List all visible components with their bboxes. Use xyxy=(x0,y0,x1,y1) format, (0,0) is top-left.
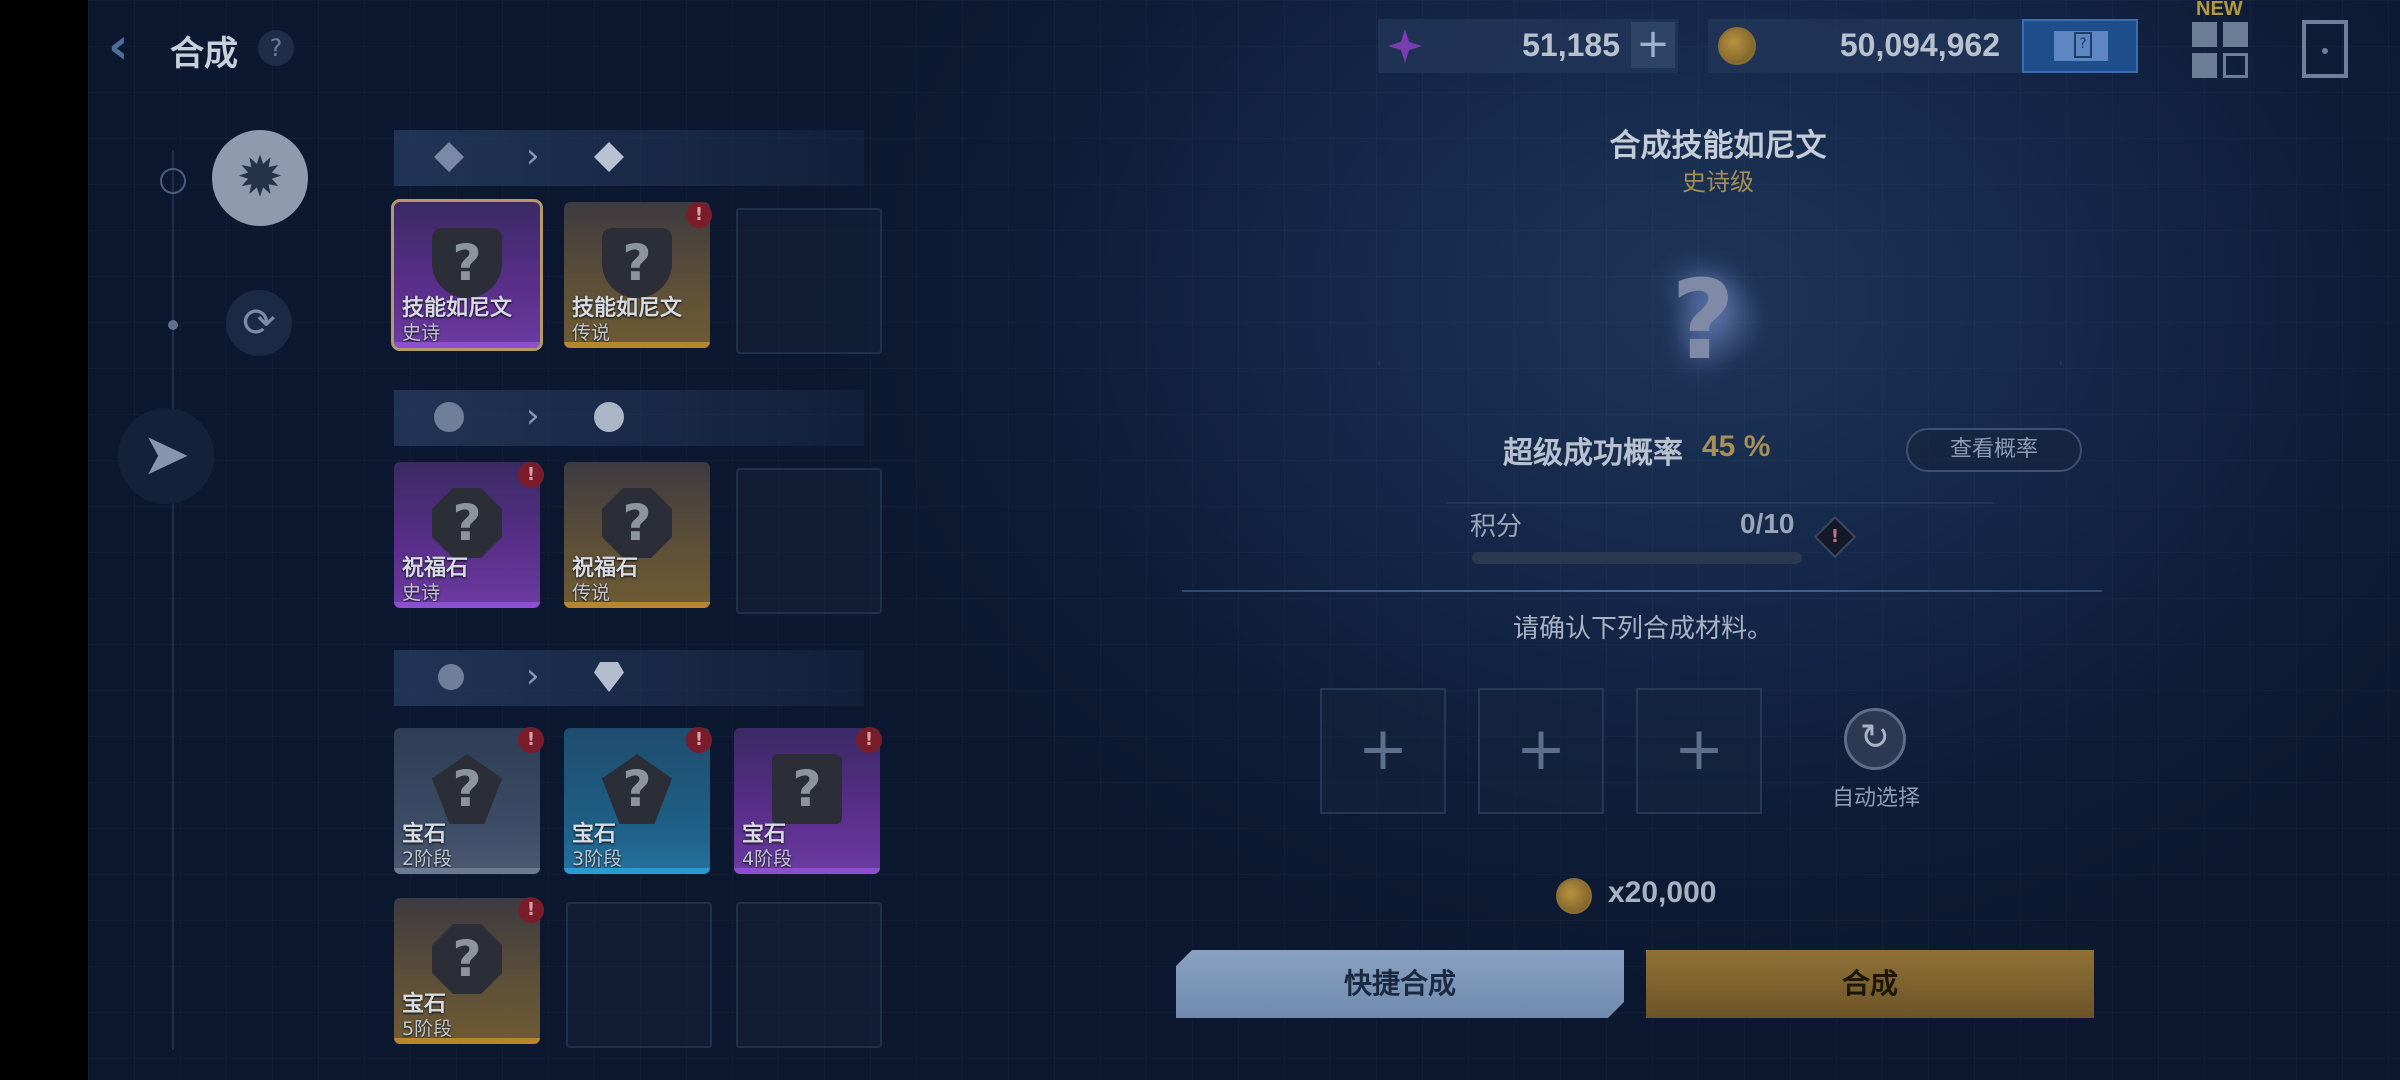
blessing-stone-upgraded-icon xyxy=(594,402,624,432)
card-icon: ? xyxy=(2074,32,2092,58)
back-button[interactable]: ‹ xyxy=(108,20,154,76)
synthesis-vortex-icon[interactable]: ✹ xyxy=(212,130,308,226)
points-progress-bar xyxy=(1472,552,1802,564)
auto-select-button[interactable]: ↻ xyxy=(1844,708,1906,770)
item-grade: 传说 xyxy=(572,582,611,604)
question-icon: ? xyxy=(602,488,672,558)
item-grade: 3阶段 xyxy=(572,848,623,870)
question-icon: ? xyxy=(432,754,502,824)
item-card[interactable]: ? 技能如尼文 传说 xyxy=(564,202,710,348)
section-header-rune: › xyxy=(394,130,864,186)
question-icon: ? xyxy=(772,754,842,824)
quick-synthesis-button[interactable]: 快捷合成 xyxy=(1176,950,1624,1018)
nav-track-line xyxy=(172,150,174,1050)
gem-raw-icon xyxy=(438,664,464,690)
info-mark: ! xyxy=(1830,526,1840,547)
item-grade: 4阶段 xyxy=(742,848,793,870)
question-icon: ? xyxy=(432,924,502,994)
synthesis-screen: ‹ 合成 ? 51,185 + 50,094,962 ? NEW ✹ ⟳ ➤ ›… xyxy=(88,0,2400,1080)
menu-grid-icon[interactable] xyxy=(2192,22,2248,78)
unknown-result-icon: ? xyxy=(1671,256,1735,384)
add-gems-button[interactable]: + xyxy=(1631,22,1675,68)
gold-coin-icon xyxy=(1556,878,1592,914)
item-card[interactable]: ? 宝石 4阶段 xyxy=(734,728,880,874)
new-badge: NEW xyxy=(2196,0,2243,20)
question-icon: ? xyxy=(432,228,502,298)
collection-card-button[interactable]: ? xyxy=(2022,19,2138,73)
item-card[interactable]: ? 宝石 5阶段 xyxy=(394,898,540,1044)
rune-shard-upgraded-icon xyxy=(594,142,624,172)
item-card[interactable]: ? 祝福石 史诗 xyxy=(394,462,540,608)
send-arrow-icon[interactable]: ➤ xyxy=(118,408,214,504)
question-icon: ? xyxy=(602,754,672,824)
synthesis-target-grade: 史诗级 xyxy=(1682,168,1754,196)
section-header-gem: › xyxy=(394,650,864,706)
synthesis-cost: x20,000 xyxy=(1608,876,1717,909)
confirm-materials-text: 请确认下列合成材料。 xyxy=(1512,614,1773,644)
points-value: 0/10 xyxy=(1740,508,1795,539)
gem-cut-icon xyxy=(594,662,624,692)
chevron-right-icon: › xyxy=(526,396,540,436)
alert-badge: ! xyxy=(518,462,544,488)
alert-badge: ! xyxy=(686,202,712,228)
item-card[interactable]: ? 宝石 3阶段 xyxy=(564,728,710,874)
rune-shard-icon xyxy=(434,142,464,172)
item-grade: 史诗 xyxy=(402,582,441,604)
material-slot[interactable]: + xyxy=(1636,688,1762,814)
item-grade: 史诗 xyxy=(402,322,441,344)
section-header-blessing: › xyxy=(394,390,864,446)
item-grade: 2阶段 xyxy=(402,848,453,870)
alert-badge: ! xyxy=(856,727,882,753)
page-title: 合成 xyxy=(170,34,238,74)
item-card[interactable]: ? 技能如尼文 史诗 xyxy=(391,199,543,351)
gem-amount: 51,185 xyxy=(1522,27,1620,63)
empty-slot xyxy=(566,902,712,1048)
purple-gem-icon xyxy=(1388,29,1422,63)
item-grade: 传说 xyxy=(572,322,611,344)
question-icon: ? xyxy=(602,228,672,298)
exit-door-icon[interactable] xyxy=(2302,20,2348,78)
material-slot[interactable]: + xyxy=(1320,688,1446,814)
question-icon: ? xyxy=(432,488,502,558)
alert-badge: ! xyxy=(518,727,544,753)
help-button[interactable]: ? xyxy=(258,30,294,66)
alert-badge: ! xyxy=(518,897,544,923)
item-card[interactable]: ? 宝石 2阶段 xyxy=(394,728,540,874)
gold-amount: 50,094,962 xyxy=(1839,27,2000,63)
refresh-sparkle-icon[interactable]: ⟳ xyxy=(226,290,292,356)
points-label: 积分 xyxy=(1470,512,1523,542)
item-grade: 5阶段 xyxy=(402,1018,453,1040)
view-rate-button[interactable]: 查看概率 xyxy=(1906,428,2082,472)
synthesis-button[interactable]: 合成 xyxy=(1646,950,2094,1018)
empty-slot xyxy=(736,208,882,354)
divider xyxy=(1182,590,2102,592)
super-success-rate-value: 45 % xyxy=(1702,430,1771,463)
empty-slot xyxy=(736,468,882,614)
blessing-stone-icon xyxy=(434,402,464,432)
item-card[interactable]: ? 祝福石 传说 xyxy=(564,462,710,608)
nav-dot xyxy=(168,320,178,330)
super-success-rate-label: 超级成功概率 xyxy=(1503,436,1683,471)
auto-select-label: 自动选择 xyxy=(1831,786,1920,811)
alert-badge: ! xyxy=(686,727,712,753)
empty-slot xyxy=(736,902,882,1048)
chevron-right-icon: › xyxy=(526,136,540,176)
gold-coin-icon xyxy=(1718,27,1756,65)
material-slot[interactable]: + xyxy=(1478,688,1604,814)
chevron-right-icon: › xyxy=(526,656,540,696)
nav-indicator-ring xyxy=(160,168,186,194)
synthesis-target-title: 合成技能如尼文 xyxy=(1609,128,1827,164)
